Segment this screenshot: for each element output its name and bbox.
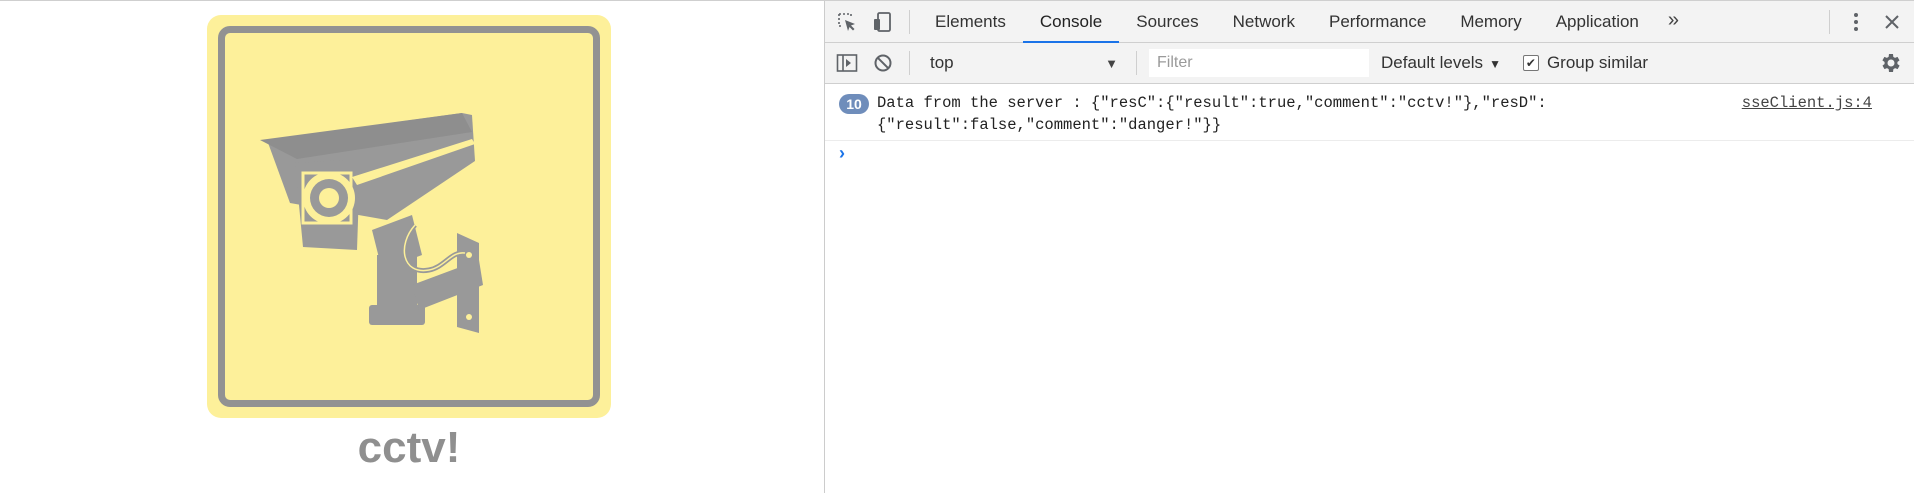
devtools-window-controls [1821, 1, 1914, 42]
tab-elements[interactable]: Elements [918, 1, 1023, 42]
cctv-sign [207, 15, 611, 418]
clear-console-icon[interactable] [865, 43, 901, 84]
devtools-tabbar: Elements Console Sources Network Perform… [825, 1, 1914, 43]
gear-icon[interactable] [1878, 51, 1902, 80]
more-tabs-icon[interactable]: » [1656, 1, 1691, 42]
dropdown-arrow-icon: ▼ [1105, 55, 1118, 71]
repeat-count-badge: 10 [839, 94, 869, 114]
group-similar-checkbox[interactable]: ✔ [1522, 55, 1539, 71]
divider [1829, 9, 1830, 34]
tab-network[interactable]: Network [1216, 1, 1312, 42]
cctv-camera-icon [260, 113, 483, 333]
console-message-text[interactable]: Data from the server : {"resC":{"result"… [877, 92, 1597, 136]
show-sidebar-icon[interactable] [829, 43, 865, 84]
page-viewport: cctv! [0, 1, 824, 493]
console-toolbar: top ▼ Default levels ▼ ✔ Group similar [825, 43, 1914, 84]
kebab-menu-icon[interactable] [1838, 1, 1874, 42]
context-value: top [930, 53, 954, 72]
sign-caption: cctv! [357, 423, 461, 472]
console-prompt[interactable]: › [825, 141, 1914, 171]
devtools-panel: Elements Console Sources Network Perform… [824, 1, 1914, 493]
tab-sources[interactable]: Sources [1119, 1, 1215, 42]
source-link[interactable]: sseClient.js:4 [1742, 92, 1872, 114]
tab-console[interactable]: Console [1022, 1, 1120, 43]
log-levels-label: Default levels [1381, 53, 1484, 72]
console-message: 10 Data from the server : {"resC":{"resu… [825, 84, 1914, 141]
tab-memory[interactable]: Memory [1443, 1, 1538, 42]
device-toolbar-icon[interactable] [865, 1, 901, 42]
dropdown-arrow-icon: ▼ [1489, 57, 1501, 71]
divider [1136, 51, 1137, 75]
close-icon[interactable] [1874, 1, 1910, 42]
group-similar-label: Group similar [1546, 53, 1649, 72]
divider [909, 51, 910, 75]
filter-input[interactable] [1149, 49, 1369, 77]
browser-window: cctv! Elements Console Sources Network P… [0, 0, 1914, 493]
group-similar-toggle[interactable]: ✔ Group similar [1522, 53, 1649, 73]
prompt-caret-icon: › [839, 143, 845, 163]
log-levels-dropdown[interactable]: Default levels ▼ [1381, 53, 1501, 73]
tab-performance[interactable]: Performance [1312, 1, 1443, 42]
inspect-element-icon[interactable] [829, 1, 865, 42]
divider [909, 9, 910, 34]
tab-application[interactable]: Application [1539, 1, 1656, 42]
context-selector[interactable]: top ▼ [918, 49, 1128, 77]
